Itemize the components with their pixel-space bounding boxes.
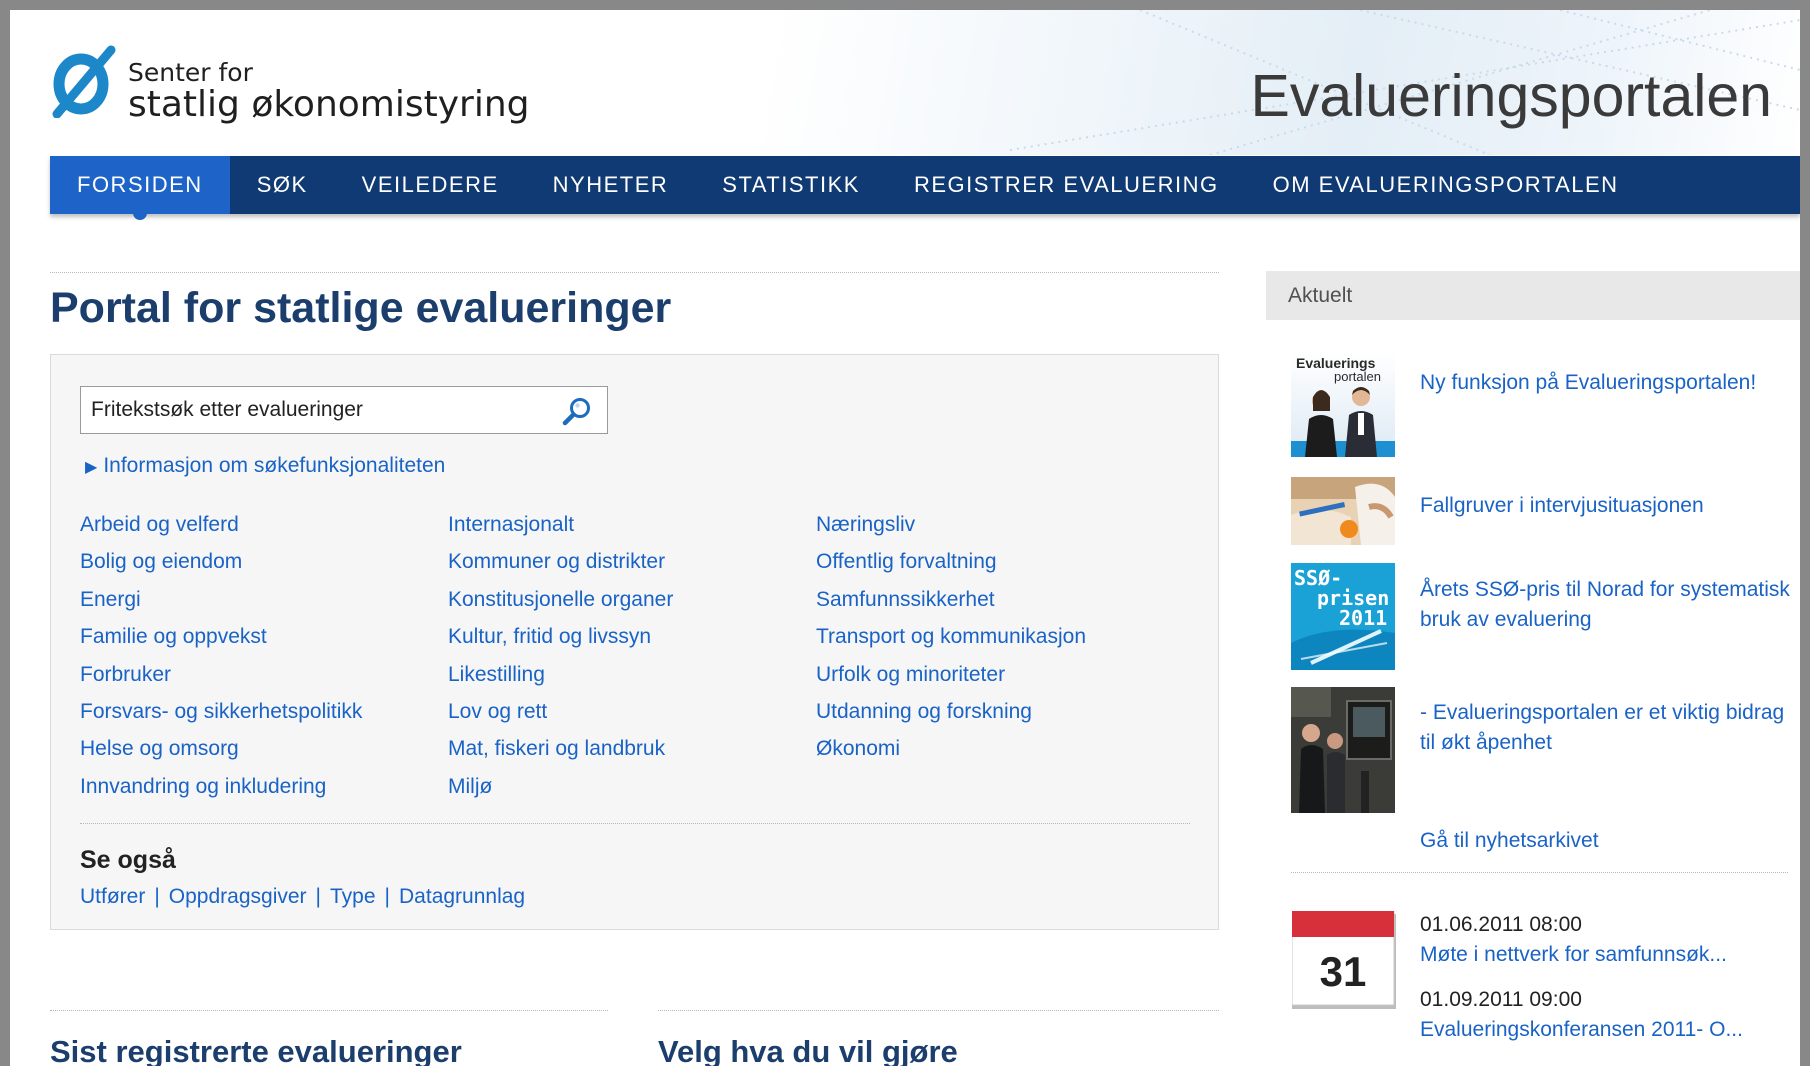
topic-link[interactable]: Bolig og eiendom: [80, 550, 362, 587]
news-image-conference: [1291, 687, 1395, 813]
news-link-2[interactable]: Fallgruver i intervjusituasjonen: [1420, 491, 1790, 521]
section-title-latest-evaluations: Sist registrerte evalueringer: [50, 1034, 462, 1066]
ø-logo-icon: [52, 45, 116, 118]
topic-column-2: Internasjonalt Kommuner og distrikter Ko…: [448, 513, 673, 812]
page-title: Portal for statlige evalueringer: [50, 284, 672, 332]
news-image-people: Evaluerings portalen: [1291, 353, 1395, 457]
see-also-links: Utfører | Oppdragsgiver | Type | Datagrunnlag: [80, 885, 525, 909]
divider: [80, 823, 1190, 824]
topic-link[interactable]: Forbruker: [80, 663, 362, 700]
search-box: [80, 386, 608, 434]
topic-link[interactable]: Næringsliv: [816, 513, 1086, 550]
topic-link[interactable]: Arbeid og velferd: [80, 513, 362, 550]
thumb-text-line3: 2011: [1339, 606, 1387, 630]
separator: |: [315, 885, 322, 908]
logo-text-line2: statlig økonomistyring: [128, 84, 530, 125]
magnifier-icon[interactable]: [561, 396, 593, 426]
site-header: Senter for statlig økonomistyring Evalue…: [10, 10, 1800, 155]
event-link-1[interactable]: Møte i nettverk for samfunnsøk...: [1420, 943, 1727, 967]
thumb-text-line2: portalen: [1334, 369, 1381, 384]
topic-link[interactable]: Mat, fiskeri og landbruk: [448, 737, 673, 774]
section-title-choose-action: Velg hva du vil gjøre: [658, 1034, 958, 1066]
divider: [1291, 872, 1788, 873]
event-date-1: 01.06.2011 08:00: [1420, 913, 1582, 936]
search-panel: ▶ Informasjon om søkefunksjonaliteten Arb…: [50, 354, 1219, 930]
topic-link[interactable]: Konstitusjonelle organer: [448, 588, 673, 625]
news-thumbnail-4[interactable]: [1291, 687, 1395, 813]
portal-name: Evalueringsportalen: [1250, 63, 1773, 129]
news-thumbnail-1[interactable]: Evaluerings portalen: [1291, 353, 1395, 457]
nav-item-veiledere[interactable]: VEILEDERE: [335, 156, 526, 214]
topic-link[interactable]: Familie og oppvekst: [80, 625, 362, 662]
ssø-logo[interactable]: Senter for statlig økonomistyring: [49, 44, 539, 125]
topic-column-3: Næringsliv Offentlig forvaltning Samfunn…: [816, 513, 1086, 775]
event-date-2: 01.09.2011 09:00: [1420, 988, 1582, 1011]
main-navigation: FORSIDEN SØK VEILEDERE NYHETER STATISTIK…: [50, 156, 1800, 220]
news-link-3[interactable]: Årets SSØ-pris til Norad for systematisk…: [1420, 575, 1790, 635]
news-archive-link[interactable]: Gå til nyhetsarkivet: [1420, 829, 1599, 853]
search-info-label: Informasjon om søkefunksjonaliteten: [103, 454, 446, 477]
triangle-right-icon: ▶: [85, 459, 98, 476]
topic-link[interactable]: Offentlig forvaltning: [816, 550, 1086, 587]
nav-item-nyheter[interactable]: NYHETER: [526, 156, 696, 214]
divider: [658, 1010, 1219, 1011]
topic-link[interactable]: Miljø: [448, 775, 673, 812]
page: Senter for statlig økonomistyring Evalue…: [10, 10, 1800, 1066]
nav-item-om-evalueringsportalen[interactable]: OM EVALUERINGSPORTALEN: [1246, 156, 1646, 214]
topic-link[interactable]: Kultur, fritid og livssyn: [448, 625, 673, 662]
topic-column-1: Arbeid og velferd Bolig og eiendom Energ…: [80, 513, 362, 812]
topic-link[interactable]: Innvandring og inkludering: [80, 775, 362, 812]
news-image-interview: [1291, 477, 1395, 545]
search-input[interactable]: [91, 387, 551, 433]
event-link-2[interactable]: Evalueringskonferansen 2011- O...: [1420, 1018, 1743, 1042]
topic-link[interactable]: Utdanning og forskning: [816, 700, 1086, 737]
divider: [50, 1010, 608, 1011]
calendar-day: 31: [1320, 948, 1367, 995]
see-also-link-type[interactable]: Type: [330, 885, 376, 908]
see-also-link-oppdragsgiver[interactable]: Oppdragsgiver: [169, 885, 307, 908]
topic-link[interactable]: Økonomi: [816, 737, 1086, 774]
topic-link[interactable]: Internasjonalt: [448, 513, 673, 550]
divider: [50, 272, 1219, 273]
topic-link[interactable]: Urfolk og minoriteter: [816, 663, 1086, 700]
news-thumbnail-3[interactable]: SSØ- prisen 2011: [1291, 563, 1395, 670]
separator: |: [384, 885, 391, 908]
see-also-link-utforer[interactable]: Utfører: [80, 885, 145, 908]
topic-link[interactable]: Helse og omsorg: [80, 737, 362, 774]
nav-item-sok[interactable]: SØK: [230, 156, 335, 214]
see-also-link-datagrunnlag[interactable]: Datagrunnlag: [399, 885, 525, 908]
news-link-4[interactable]: - Evalueringsportalen er et viktig bidra…: [1420, 698, 1790, 758]
aktuelt-header: Aktuelt: [1266, 271, 1800, 320]
news-link-1[interactable]: Ny funksjon på Evalueringsportalen!: [1420, 368, 1790, 398]
topic-link[interactable]: Samfunnssikkerhet: [816, 588, 1086, 625]
see-also-title: Se også: [80, 846, 176, 874]
separator: |: [154, 885, 160, 908]
calendar-icon: 31: [1292, 911, 1396, 1009]
topic-link[interactable]: Energi: [80, 588, 362, 625]
search-info-link[interactable]: ▶ Informasjon om søkefunksjonaliteten: [85, 454, 445, 478]
news-thumbnail-2[interactable]: [1291, 477, 1395, 545]
nav-item-forsiden[interactable]: FORSIDEN: [50, 156, 230, 220]
topic-link[interactable]: Likestilling: [448, 663, 673, 700]
nav-item-statistikk[interactable]: STATISTIKK: [695, 156, 887, 214]
aktuelt-title: Aktuelt: [1288, 284, 1353, 307]
topic-link[interactable]: Kommuner og distrikter: [448, 550, 673, 587]
topic-link[interactable]: Lov og rett: [448, 700, 673, 737]
news-image-sso-prize: SSØ- prisen 2011: [1291, 563, 1395, 670]
logo-text-line1: Senter for: [128, 58, 253, 87]
nav-item-registrer-evaluering[interactable]: REGISTRER EVALUERING: [887, 156, 1246, 214]
topic-link[interactable]: Transport og kommunikasjon: [816, 625, 1086, 662]
topic-link[interactable]: Forsvars- og sikkerhetspolitikk: [80, 700, 362, 737]
